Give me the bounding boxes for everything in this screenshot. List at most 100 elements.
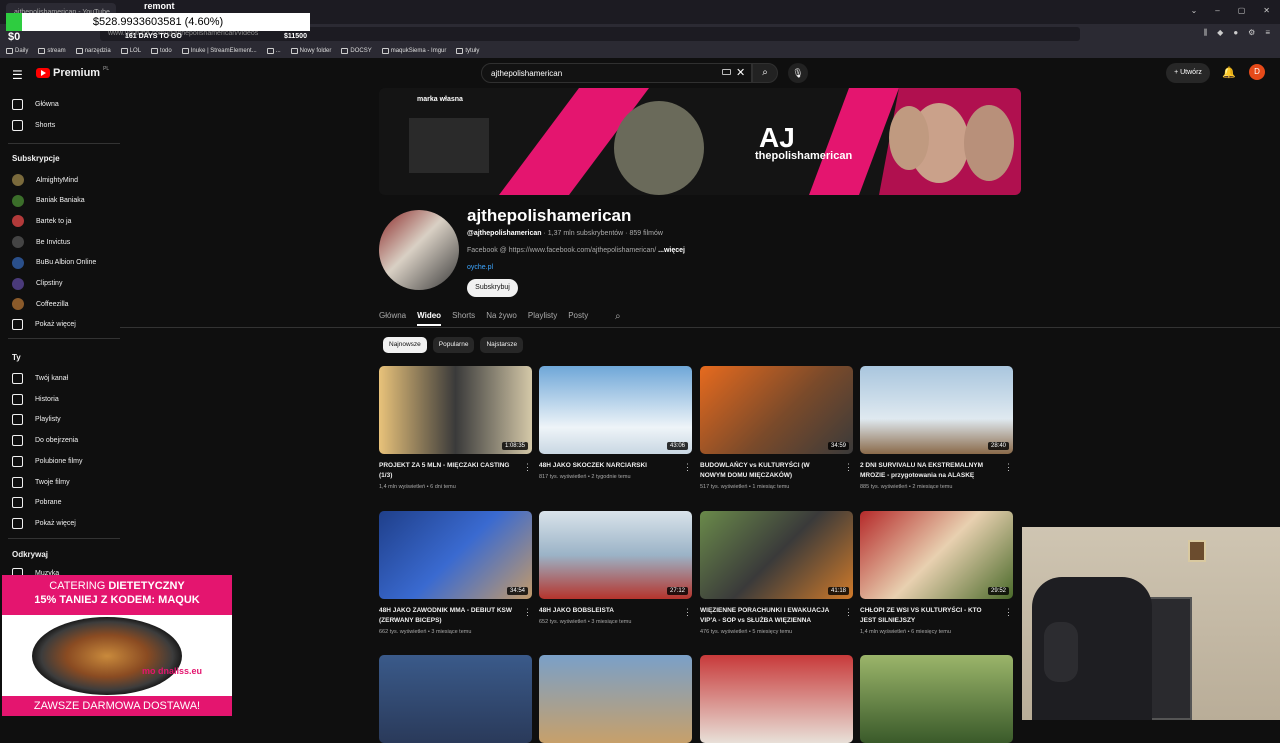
tab-0[interactable]: Główna xyxy=(379,311,406,326)
sidebar-subscription[interactable]: Be Invictus xyxy=(12,236,70,249)
video-thumbnail[interactable]: 41:18 xyxy=(700,511,853,599)
bookmark-item[interactable]: ... xyxy=(266,48,281,54)
more-options-icon[interactable]: ⋮ xyxy=(683,607,692,618)
menu-icon[interactable]: ☰ xyxy=(12,68,23,82)
sidebar-you-item[interactable]: Do obejrzenia xyxy=(12,435,78,447)
video-title[interactable]: BUDOWLAŃCY vs KULTURYŚCI (W NOWYM DOMU M… xyxy=(700,461,835,481)
bookmark-item[interactable]: maqukSiema - Imgur xyxy=(381,48,446,54)
bookmark-item[interactable]: Inuke | StreamElement... xyxy=(181,48,257,54)
video-thumbnail[interactable]: 29:52 xyxy=(860,511,1013,599)
minimize-button[interactable]: – xyxy=(1215,6,1219,15)
search-input[interactable]: ajthepolishamerican xyxy=(481,63,752,83)
bookmark-item[interactable]: Daily xyxy=(6,48,28,54)
video-thumbnail[interactable] xyxy=(860,655,1013,743)
video-thumbnail[interactable]: 28:40 xyxy=(860,366,1013,454)
video-card[interactable]: 1:08:35 PROJEKT ZA 5 MLN - MIĘCZAKI CASTI… xyxy=(379,366,532,490)
more-options-icon[interactable]: ⋮ xyxy=(844,607,853,618)
search-button[interactable]: ⌕ xyxy=(752,63,778,83)
more-options-icon[interactable]: ⋮ xyxy=(844,462,853,473)
bookmark-item[interactable]: Nowy folder xyxy=(290,48,331,54)
sidebar-you-item[interactable]: Polubione filmy xyxy=(12,455,82,467)
explore-heading[interactable]: Odkrywaj xyxy=(12,550,48,559)
video-card[interactable] xyxy=(700,655,853,743)
sidebar-you-item[interactable]: Historia xyxy=(12,393,59,405)
video-card[interactable]: 29:52 CHŁOPI ZE WSI VS KULTURYŚCI - KTO J… xyxy=(860,511,1013,635)
create-button[interactable]: + Utwórz xyxy=(1166,63,1210,83)
sidebar-subscription[interactable]: Coffeezilla xyxy=(12,298,69,311)
bookmark-item[interactable]: tytuły xyxy=(456,48,479,54)
sidebar-you-item[interactable]: Playlisty xyxy=(12,414,61,426)
video-thumbnail[interactable]: 34:59 xyxy=(700,366,853,454)
sidebar-subscription[interactable]: Clipstiny xyxy=(12,277,62,290)
keyboard-icon[interactable] xyxy=(722,69,731,75)
video-title[interactable]: CHŁOPI ZE WSI VS KULTURYŚCI - KTO JEST S… xyxy=(860,606,995,626)
tab-5[interactable]: Posty xyxy=(568,311,588,326)
show-more-button[interactable]: Pokaż więcej xyxy=(12,319,76,330)
tab-4[interactable]: Playlisty xyxy=(528,311,557,326)
video-card[interactable] xyxy=(860,655,1013,743)
video-card[interactable]: 28:40 2 DNI SURVIVALU NA EKSTREMALNYM MRO… xyxy=(860,366,1013,490)
video-title[interactable]: 48H JAKO SKOCZEK NARCIARSKI xyxy=(539,461,674,471)
tab-2[interactable]: Shorts xyxy=(452,311,475,326)
subscriptions-heading[interactable]: Subskrypcje xyxy=(12,154,60,163)
video-thumbnail[interactable] xyxy=(539,655,692,743)
close-button[interactable]: ✕ xyxy=(1263,6,1270,15)
sidebar-subscription[interactable]: Baniak Baniaka xyxy=(12,194,85,207)
tab-3[interactable]: Na żywo xyxy=(486,311,517,326)
sort-chip[interactable]: Najnowsze xyxy=(383,337,427,353)
settings-icon[interactable]: ⚙ xyxy=(1248,28,1255,38)
channel-link[interactable]: oyche.pl xyxy=(467,264,493,271)
show-more-button[interactable]: Pokaż więcej xyxy=(12,518,76,529)
youtube-logo[interactable]: Premium PL xyxy=(36,66,109,79)
video-thumbnail[interactable]: 34:54 xyxy=(379,511,532,599)
sidebar-subscription[interactable]: Bartek to ja xyxy=(12,215,71,228)
video-card[interactable]: 27:12 48H JAKO BOBSLEISTA 652 tys. wyświet… xyxy=(539,511,692,625)
video-thumbnail[interactable] xyxy=(700,655,853,743)
sidebar-subscription[interactable]: BuBu Albion Online xyxy=(12,256,96,269)
maximize-button[interactable]: ▢ xyxy=(1238,6,1246,15)
sort-chip[interactable]: Najstarsze xyxy=(480,337,524,353)
bookmark-item[interactable]: narzędzia xyxy=(75,48,111,54)
video-title[interactable]: WIĘZIENNE PORACHUNKI I EWAKUACJA VIP'A -… xyxy=(700,606,835,626)
sidebar-you-item[interactable]: Twoje filmy xyxy=(12,476,70,488)
bookmark-item[interactable]: LOL xyxy=(120,48,141,54)
sidebar-you-item[interactable]: Twój kanał xyxy=(12,373,68,384)
channel-avatar[interactable] xyxy=(379,210,459,290)
video-card[interactable]: 41:18 WIĘZIENNE PORACHUNKI I EWAKUACJA VI… xyxy=(700,511,853,635)
video-title[interactable]: 48H JAKO BOBSLEISTA xyxy=(539,606,674,616)
video-thumbnail[interactable]: 1:08:35 xyxy=(379,366,532,454)
tab-1[interactable]: Wideo xyxy=(417,311,442,326)
sidebar-item-0[interactable]: Główna xyxy=(12,99,59,110)
menu-icon[interactable]: ≡ xyxy=(1265,28,1270,38)
sort-chip[interactable]: Popularne xyxy=(432,337,475,353)
sidebar-subscription[interactable]: AlmightyMind xyxy=(12,174,78,186)
sidebar-you-item[interactable]: Pobrane xyxy=(12,497,61,509)
clear-search-icon[interactable]: ✕ xyxy=(736,66,745,79)
video-card[interactable]: 43:06 48H JAKO SKOCZEK NARCIARSKI 817 tys.… xyxy=(539,366,692,480)
avatar[interactable]: D xyxy=(1249,64,1265,80)
channel-description[interactable]: Facebook @ https://www.facebook.com/ajth… xyxy=(467,247,685,254)
video-card[interactable] xyxy=(539,655,692,743)
bookmark-item[interactable]: DOCSY xyxy=(341,48,372,54)
video-title[interactable]: PROJEKT ZA 5 MLN - MIĘCZAKI CASTING (1/3… xyxy=(379,461,514,481)
more-options-icon[interactable]: ⋮ xyxy=(683,462,692,473)
chevron-down-icon[interactable]: ⌄ xyxy=(1191,6,1198,15)
video-thumbnail[interactable]: 27:12 xyxy=(539,511,692,599)
more-link[interactable]: ...więcej xyxy=(658,247,685,254)
video-thumbnail[interactable] xyxy=(379,655,532,743)
library-icon[interactable]: ⫼ xyxy=(1203,28,1207,38)
more-options-icon[interactable]: ⋮ xyxy=(523,607,532,618)
you-heading[interactable]: Ty xyxy=(12,353,21,362)
video-title[interactable]: 48H JAKO ZAWODNIK MMA - DEBIUT KSW (ZERW… xyxy=(379,606,514,626)
extension-icon[interactable]: ◆ xyxy=(1217,28,1223,38)
video-card[interactable]: 34:59 BUDOWLAŃCY vs KULTURYŚCI (W NOWYM D… xyxy=(700,366,853,490)
subscribe-button[interactable]: Subskrybuj xyxy=(467,279,518,297)
sidebar-item-1[interactable]: Shorts xyxy=(12,120,55,131)
more-options-icon[interactable]: ⋮ xyxy=(523,462,532,473)
notifications-icon[interactable]: 🔔 xyxy=(1222,66,1236,79)
bookmark-item[interactable]: stream xyxy=(38,48,66,54)
video-card[interactable]: 34:54 48H JAKO ZAWODNIK MMA - DEBIUT KSW … xyxy=(379,511,532,635)
video-card[interactable] xyxy=(379,655,532,743)
channel-search-icon[interactable]: ⌕ xyxy=(615,311,621,322)
more-options-icon[interactable]: ⋮ xyxy=(1004,462,1013,473)
